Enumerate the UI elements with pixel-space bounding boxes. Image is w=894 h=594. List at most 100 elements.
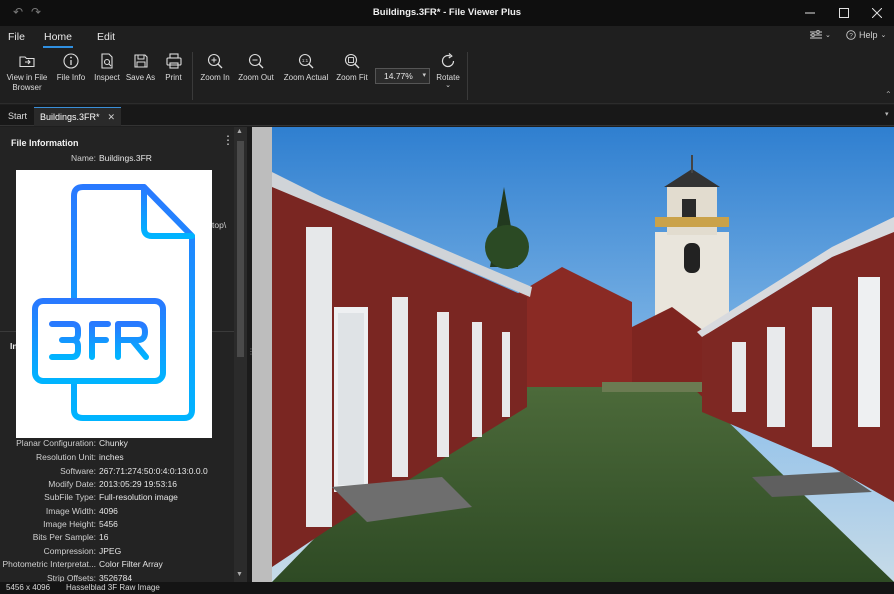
menu-file[interactable]: File <box>8 31 25 43</box>
path-fragment: top\ <box>212 220 227 230</box>
info-row: Image Width: 4096 <box>0 505 230 518</box>
view-in-file-browser-button[interactable]: View in File Browser <box>4 52 50 92</box>
info-value: Full-resolution image <box>99 492 178 502</box>
info-value: 4096 <box>99 506 118 516</box>
zoom-actual-button[interactable]: 1:1 Zoom Actual <box>280 52 332 83</box>
info-icon <box>63 53 79 69</box>
view-in-file-browser-label-line2: Browser <box>12 82 42 92</box>
3fr-file-type-icon <box>16 170 212 438</box>
tab-buildings-3fr[interactable]: Buildings.3FR* ✕ <box>34 107 122 126</box>
info-value: Chunky <box>99 438 128 448</box>
info-row: Planar Configuration: Chunky <box>0 437 230 450</box>
ribbon-toolbar: View in File Browser File Info Inspect S… <box>0 48 894 104</box>
panel-heading: File Information <box>11 138 79 148</box>
ribbon-separator <box>192 52 193 100</box>
tab-start[interactable]: Start <box>2 107 33 126</box>
zoom-in-button[interactable]: Zoom In <box>197 52 233 83</box>
zoom-level-select[interactable]: 14.77% ▾ <box>375 68 430 84</box>
view-in-file-browser-label-line1: View in File <box>6 73 48 82</box>
svg-text:?: ? <box>849 32 853 39</box>
title-bar: ↶ ↷ Buildings.3FR* - File Viewer Plus <box>0 0 894 26</box>
document-tab-bar: Start Buildings.3FR* ✕ ▾ <box>0 105 894 126</box>
info-row: Bits Per Sample: 16 <box>0 531 230 544</box>
zoom-fit-button[interactable]: Zoom Fit <box>334 52 370 83</box>
info-row: Image Height: 5456 <box>0 518 230 531</box>
tab-file-label: Buildings.3FR* <box>40 112 100 122</box>
info-key: Image Width: <box>45 506 96 516</box>
info-value: 5456 <box>99 519 118 529</box>
info-key: Compression: <box>43 546 96 556</box>
inspect-icon <box>101 53 113 69</box>
close-icon <box>872 8 882 18</box>
info-value: 16 <box>99 532 109 542</box>
save-icon <box>133 54 148 68</box>
dropdown-caret-icon: ▾ <box>422 72 426 79</box>
zoom-fit-label: Zoom Fit <box>336 73 368 82</box>
chevron-down-icon: ⌄ <box>825 32 831 39</box>
info-key: Photometric Interpretat... <box>2 559 96 569</box>
info-row: Modify Date: 2013:05:29 19:53:16 <box>0 478 230 491</box>
info-row-name: Name: Buildings.3FR <box>0 152 230 165</box>
image-viewer[interactable] <box>252 127 894 582</box>
tab-start-label: Start <box>8 111 28 121</box>
help-menu-button[interactable]: ? Help ⌄ <box>846 30 886 40</box>
info-value: JPEG <box>99 546 122 556</box>
minimize-button[interactable] <box>793 0 827 26</box>
help-label: Help <box>859 30 878 40</box>
collapse-ribbon-icon[interactable]: ⌃ <box>885 90 892 99</box>
info-key: Resolution Unit: <box>35 452 96 462</box>
maximize-button[interactable] <box>827 0 861 26</box>
folder-open-icon <box>19 56 35 68</box>
info-row: Photometric Interpretat... Color Filter A… <box>0 558 230 571</box>
close-tab-icon[interactable]: ✕ <box>108 112 116 122</box>
panel-scrollbar[interactable]: ▲ ▼ <box>234 127 247 582</box>
info-row: Software: 267:71:274:50:0:4:0:13:0.0.0 <box>0 465 230 478</box>
help-icon: ? <box>846 30 856 40</box>
settings-menu-button[interactable]: ⌄ <box>810 30 831 40</box>
info-key: Software: <box>60 466 96 476</box>
zoom-level-value: 14.77% <box>384 71 413 81</box>
info-key: Strip Offsets: <box>47 573 96 582</box>
info-key: Planar Configuration: <box>16 438 96 448</box>
zoom-out-label: Zoom Out <box>238 73 274 82</box>
inspect-label: Inspect <box>94 73 120 82</box>
more-options-icon[interactable]: ⋮ <box>222 133 234 147</box>
menu-edit[interactable]: Edit <box>97 31 115 43</box>
rotate-button[interactable]: Rotate ⌄ <box>434 52 462 89</box>
zoom-fit-icon <box>344 53 360 69</box>
maximize-icon <box>839 8 849 18</box>
menu-home[interactable]: Home <box>42 31 74 48</box>
print-button[interactable]: Print <box>160 52 187 83</box>
file-info-label: File Info <box>56 73 86 82</box>
window-title: Buildings.3FR* - File Viewer Plus <box>372 7 522 18</box>
info-value: 3526784 <box>99 573 133 582</box>
info-value: Color Filter Array <box>99 559 163 569</box>
close-window-button[interactable] <box>860 0 894 26</box>
scrollbar-thumb[interactable] <box>237 141 244 357</box>
chevron-down-icon: ⌄ <box>445 81 451 89</box>
zoom-out-icon <box>248 53 264 69</box>
tab-list-icon[interactable]: ▾ <box>885 110 889 118</box>
svg-text:1:1: 1:1 <box>302 58 309 63</box>
info-row: Compression: JPEG <box>0 545 230 558</box>
zoom-in-icon <box>207 53 223 69</box>
status-format: Hasselblad 3F Raw Image <box>66 583 160 592</box>
scroll-up-icon[interactable]: ▲ <box>236 128 243 135</box>
info-key: Name: <box>70 153 96 163</box>
file-info-button[interactable]: File Info <box>53 52 89 83</box>
info-row: Strip Offsets: 3526784 <box>0 572 230 582</box>
status-bar: 5456 x 4096 Hasselblad 3F Raw Image <box>0 582 894 594</box>
printer-icon <box>165 53 182 69</box>
info-value: Buildings.3FR <box>99 153 152 163</box>
save-as-label: Save As <box>125 73 156 82</box>
inspect-button[interactable]: Inspect <box>91 52 123 83</box>
scroll-down-icon[interactable]: ▼ <box>236 571 243 578</box>
info-row: SubFile Type: Full-resolution image <box>0 491 230 504</box>
info-value: 2013:05:29 19:53:16 <box>99 479 177 489</box>
save-as-button[interactable]: Save As <box>124 52 157 83</box>
sliders-icon <box>810 30 822 39</box>
info-row: Resolution Unit: inches <box>0 451 230 464</box>
zoom-out-button[interactable]: Zoom Out <box>235 52 277 83</box>
ribbon-separator <box>467 52 468 100</box>
zoom-actual-label: Zoom Actual <box>283 73 329 82</box>
